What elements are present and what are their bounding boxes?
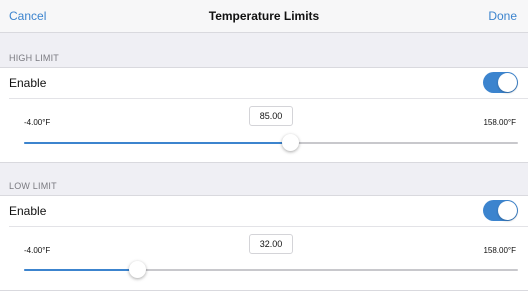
high-limit-enable-row: Enable bbox=[0, 68, 528, 98]
high-limit-section: Enable -4.00°F 85.00 158.00°F bbox=[0, 67, 528, 163]
high-limit-header: HIGH LIMIT bbox=[9, 53, 60, 63]
high-limit-value-field[interactable]: 85.00 bbox=[249, 106, 293, 126]
low-limit-header: LOW LIMIT bbox=[9, 181, 57, 191]
high-limit-min-label: -4.00°F bbox=[24, 118, 51, 127]
high-limit-max-label: 158.00°F bbox=[483, 118, 516, 127]
row-divider bbox=[9, 226, 528, 227]
high-limit-slider-thumb[interactable] bbox=[282, 134, 300, 151]
low-limit-section: Enable -4.00°F 32.00 158.00°F bbox=[0, 195, 528, 291]
low-limit-max-label: 158.00°F bbox=[483, 246, 516, 255]
low-limit-value-field[interactable]: 32.00 bbox=[249, 234, 293, 254]
toggle-knob bbox=[498, 73, 517, 92]
page-title: Temperature Limits bbox=[208, 9, 320, 23]
done-button[interactable]: Done bbox=[488, 9, 517, 23]
navigation-bar: Cancel Temperature Limits Done bbox=[0, 0, 528, 33]
high-limit-enable-toggle[interactable] bbox=[483, 72, 518, 93]
low-limit-slider-thumb[interactable] bbox=[129, 261, 147, 278]
low-limit-min-label: -4.00°F bbox=[24, 246, 51, 255]
low-limit-slider-fill bbox=[24, 269, 138, 271]
toggle-knob bbox=[498, 201, 517, 220]
row-divider bbox=[9, 98, 528, 99]
high-limit-slider[interactable] bbox=[24, 134, 518, 151]
low-limit-slider[interactable] bbox=[24, 261, 518, 278]
high-limit-slider-fill bbox=[24, 142, 291, 144]
low-limit-enable-toggle[interactable] bbox=[483, 200, 518, 221]
high-limit-enable-label: Enable bbox=[9, 76, 47, 90]
low-limit-enable-row: Enable bbox=[0, 196, 528, 226]
low-limit-enable-label: Enable bbox=[9, 204, 47, 218]
